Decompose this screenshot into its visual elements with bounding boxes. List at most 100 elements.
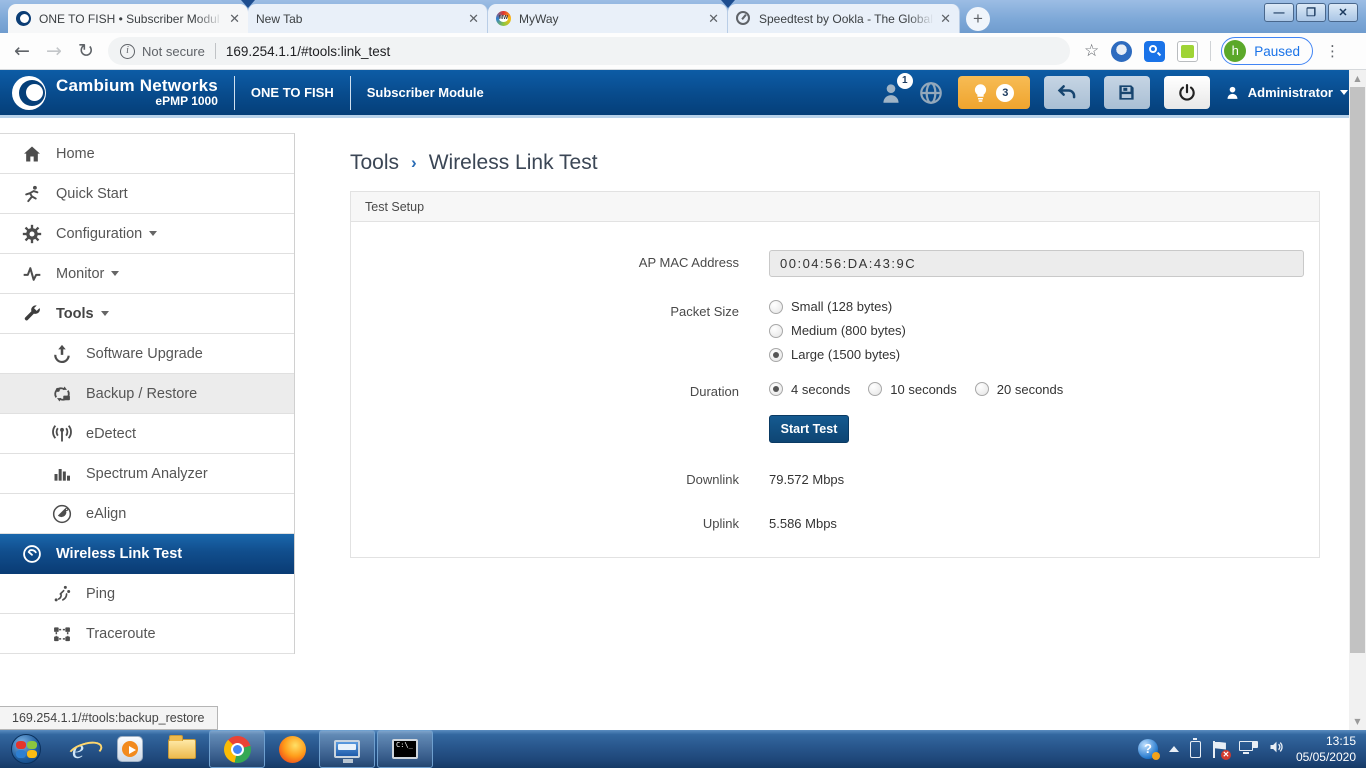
radio-option[interactable]: Large (1500 bytes): [769, 347, 906, 362]
radio-label: Large (1500 bytes): [791, 347, 900, 362]
divider: [234, 76, 235, 110]
url-text[interactable]: 169.254.1.1/#tools:link_test: [226, 44, 390, 59]
sidebar-item-quick-start[interactable]: Quick Start: [0, 174, 294, 214]
sidebar-item-label: eAlign: [86, 506, 126, 522]
sidebar-item-home[interactable]: Home: [0, 134, 294, 174]
tab-myway[interactable]: MW MyWay ✕: [488, 4, 728, 33]
address-bar[interactable]: i Not secure 169.254.1.1/#tools:link_tes…: [108, 37, 1070, 65]
globe-icon[interactable]: [918, 80, 944, 106]
undo-button[interactable]: [1044, 76, 1090, 109]
extension-icon-1[interactable]: [1111, 41, 1132, 62]
radio-option[interactable]: 4 seconds: [769, 382, 850, 397]
breadcrumb-parent[interactable]: Tools: [350, 151, 399, 175]
radio-option[interactable]: 10 seconds: [868, 382, 957, 397]
show-hidden-icons[interactable]: [1169, 746, 1179, 752]
tab-new-tab[interactable]: New Tab ✕: [248, 4, 488, 33]
back-icon[interactable]: ←: [6, 40, 38, 62]
taskbar-command-prompt[interactable]: C:\_: [377, 730, 433, 768]
firefox-icon: [279, 736, 306, 763]
sidebar-item-ping[interactable]: Ping: [0, 574, 294, 614]
tab-close-icon[interactable]: ✕: [708, 11, 719, 27]
profile-chip[interactable]: h Paused: [1221, 37, 1313, 65]
volume-icon[interactable]: [1268, 739, 1285, 760]
scrollbar-thumb[interactable]: [1350, 87, 1365, 653]
scroll-down-icon[interactable]: ▼: [1349, 713, 1366, 730]
radio-4-seconds[interactable]: [769, 382, 783, 396]
remote-desktop-icon: [334, 740, 360, 758]
panel-title: Test Setup: [351, 192, 1319, 222]
speedtest-favicon: [736, 11, 752, 27]
account-name: Administrator: [1248, 85, 1333, 100]
cambium-favicon: [16, 11, 32, 27]
alerts-button[interactable]: 3: [958, 76, 1030, 109]
sidebar-item-configuration[interactable]: Configuration: [0, 214, 294, 254]
sidebar-item-backup-restore[interactable]: Backup / Restore: [0, 374, 294, 414]
sidebar-item-edetect[interactable]: eDetect: [0, 414, 294, 454]
taskbar-firefox[interactable]: [266, 730, 318, 768]
taskbar-chrome-active[interactable]: [209, 730, 265, 768]
page-scrollbar[interactable]: ▲ ▼: [1349, 70, 1366, 730]
radio-small[interactable]: [769, 300, 783, 314]
help-icon[interactable]: ?: [1138, 739, 1158, 759]
close-button[interactable]: ✕: [1328, 3, 1358, 22]
sync-paused-label: Paused: [1254, 44, 1300, 59]
user-sessions-icon[interactable]: 1: [878, 80, 904, 106]
battery-icon[interactable]: [1190, 741, 1201, 758]
radio-option[interactable]: Small (128 bytes): [769, 299, 906, 314]
sidebar-item-wireless-link-test[interactable]: Wireless Link Test: [0, 534, 294, 574]
user-icon: [1224, 84, 1241, 101]
tab-close-icon[interactable]: ✕: [940, 11, 951, 27]
save-button[interactable]: [1104, 76, 1150, 109]
sidebar-item-tools[interactable]: Tools: [0, 294, 294, 334]
radio-10-seconds[interactable]: [868, 382, 882, 396]
tab-close-icon[interactable]: ✕: [229, 11, 240, 27]
minimize-button[interactable]: —: [1264, 3, 1294, 22]
power-button[interactable]: [1164, 76, 1210, 109]
taskbar-file-explorer[interactable]: [156, 730, 208, 768]
bookmark-star-icon[interactable]: ☆: [1084, 41, 1099, 61]
browser-menu-icon[interactable]: ⋮: [1325, 42, 1340, 60]
session-count-badge: 1: [897, 73, 913, 89]
bulb-icon: [973, 83, 988, 103]
refresh-icon[interactable]: ↻: [70, 40, 102, 62]
date: 05/05/2020: [1296, 749, 1356, 765]
extension-notes-icon[interactable]: [1177, 41, 1198, 62]
sidebar-item-spectrum-analyzer[interactable]: Spectrum Analyzer: [0, 454, 294, 494]
tab-subscriber-module[interactable]: ONE TO FISH • Subscriber Modul ✕: [8, 4, 248, 33]
tab-close-icon[interactable]: ✕: [468, 11, 479, 27]
tab-speedtest[interactable]: Speedtest by Ookla - The Global ✕: [728, 4, 960, 33]
action-center-flag-icon[interactable]: ✕: [1212, 741, 1228, 758]
radio-20-seconds[interactable]: [975, 382, 989, 396]
restore-button[interactable]: ❐: [1296, 3, 1326, 22]
sidebar-item-label: Configuration: [56, 226, 142, 242]
extension-search-icon[interactable]: [1144, 41, 1165, 62]
taskbar-clock[interactable]: 13:15 05/05/2020: [1296, 733, 1356, 765]
info-icon[interactable]: i: [120, 44, 135, 59]
taskbar-internet-explorer[interactable]: e: [52, 730, 104, 768]
radio-medium[interactable]: [769, 324, 783, 338]
time: 13:15: [1296, 733, 1356, 749]
start-test-button[interactable]: Start Test: [769, 415, 849, 443]
packet-size-label: Packet Size: [351, 299, 739, 371]
start-button[interactable]: [0, 730, 52, 768]
radio-large[interactable]: [769, 348, 783, 362]
sidebar-item-monitor[interactable]: Monitor: [0, 254, 294, 294]
taskbar-remote-desktop[interactable]: [319, 730, 375, 768]
account-menu[interactable]: Administrator: [1224, 84, 1348, 101]
radio-option[interactable]: Medium (800 bytes): [769, 323, 906, 338]
device-type: Subscriber Module: [367, 85, 484, 100]
wireless-link-test-icon: [22, 544, 42, 564]
chevron-down-icon: [111, 271, 119, 276]
sidebar-item-traceroute[interactable]: Traceroute: [0, 614, 294, 654]
scroll-up-icon[interactable]: ▲: [1349, 70, 1366, 87]
sidebar-item-label: Traceroute: [86, 626, 156, 642]
radio-option[interactable]: 20 seconds: [975, 382, 1064, 397]
taskbar-media-player[interactable]: [104, 730, 156, 768]
new-tab-button[interactable]: +: [966, 7, 990, 31]
sidebar-item-label: Spectrum Analyzer: [86, 466, 208, 482]
window-controls: — ❐ ✕: [1264, 3, 1358, 22]
sidebar-item-ealign[interactable]: eAlign: [0, 494, 294, 534]
network-icon[interactable]: [1239, 741, 1257, 757]
sidebar-item-software-upgrade[interactable]: Software Upgrade: [0, 334, 294, 374]
ap-mac-input[interactable]: [769, 250, 1304, 277]
